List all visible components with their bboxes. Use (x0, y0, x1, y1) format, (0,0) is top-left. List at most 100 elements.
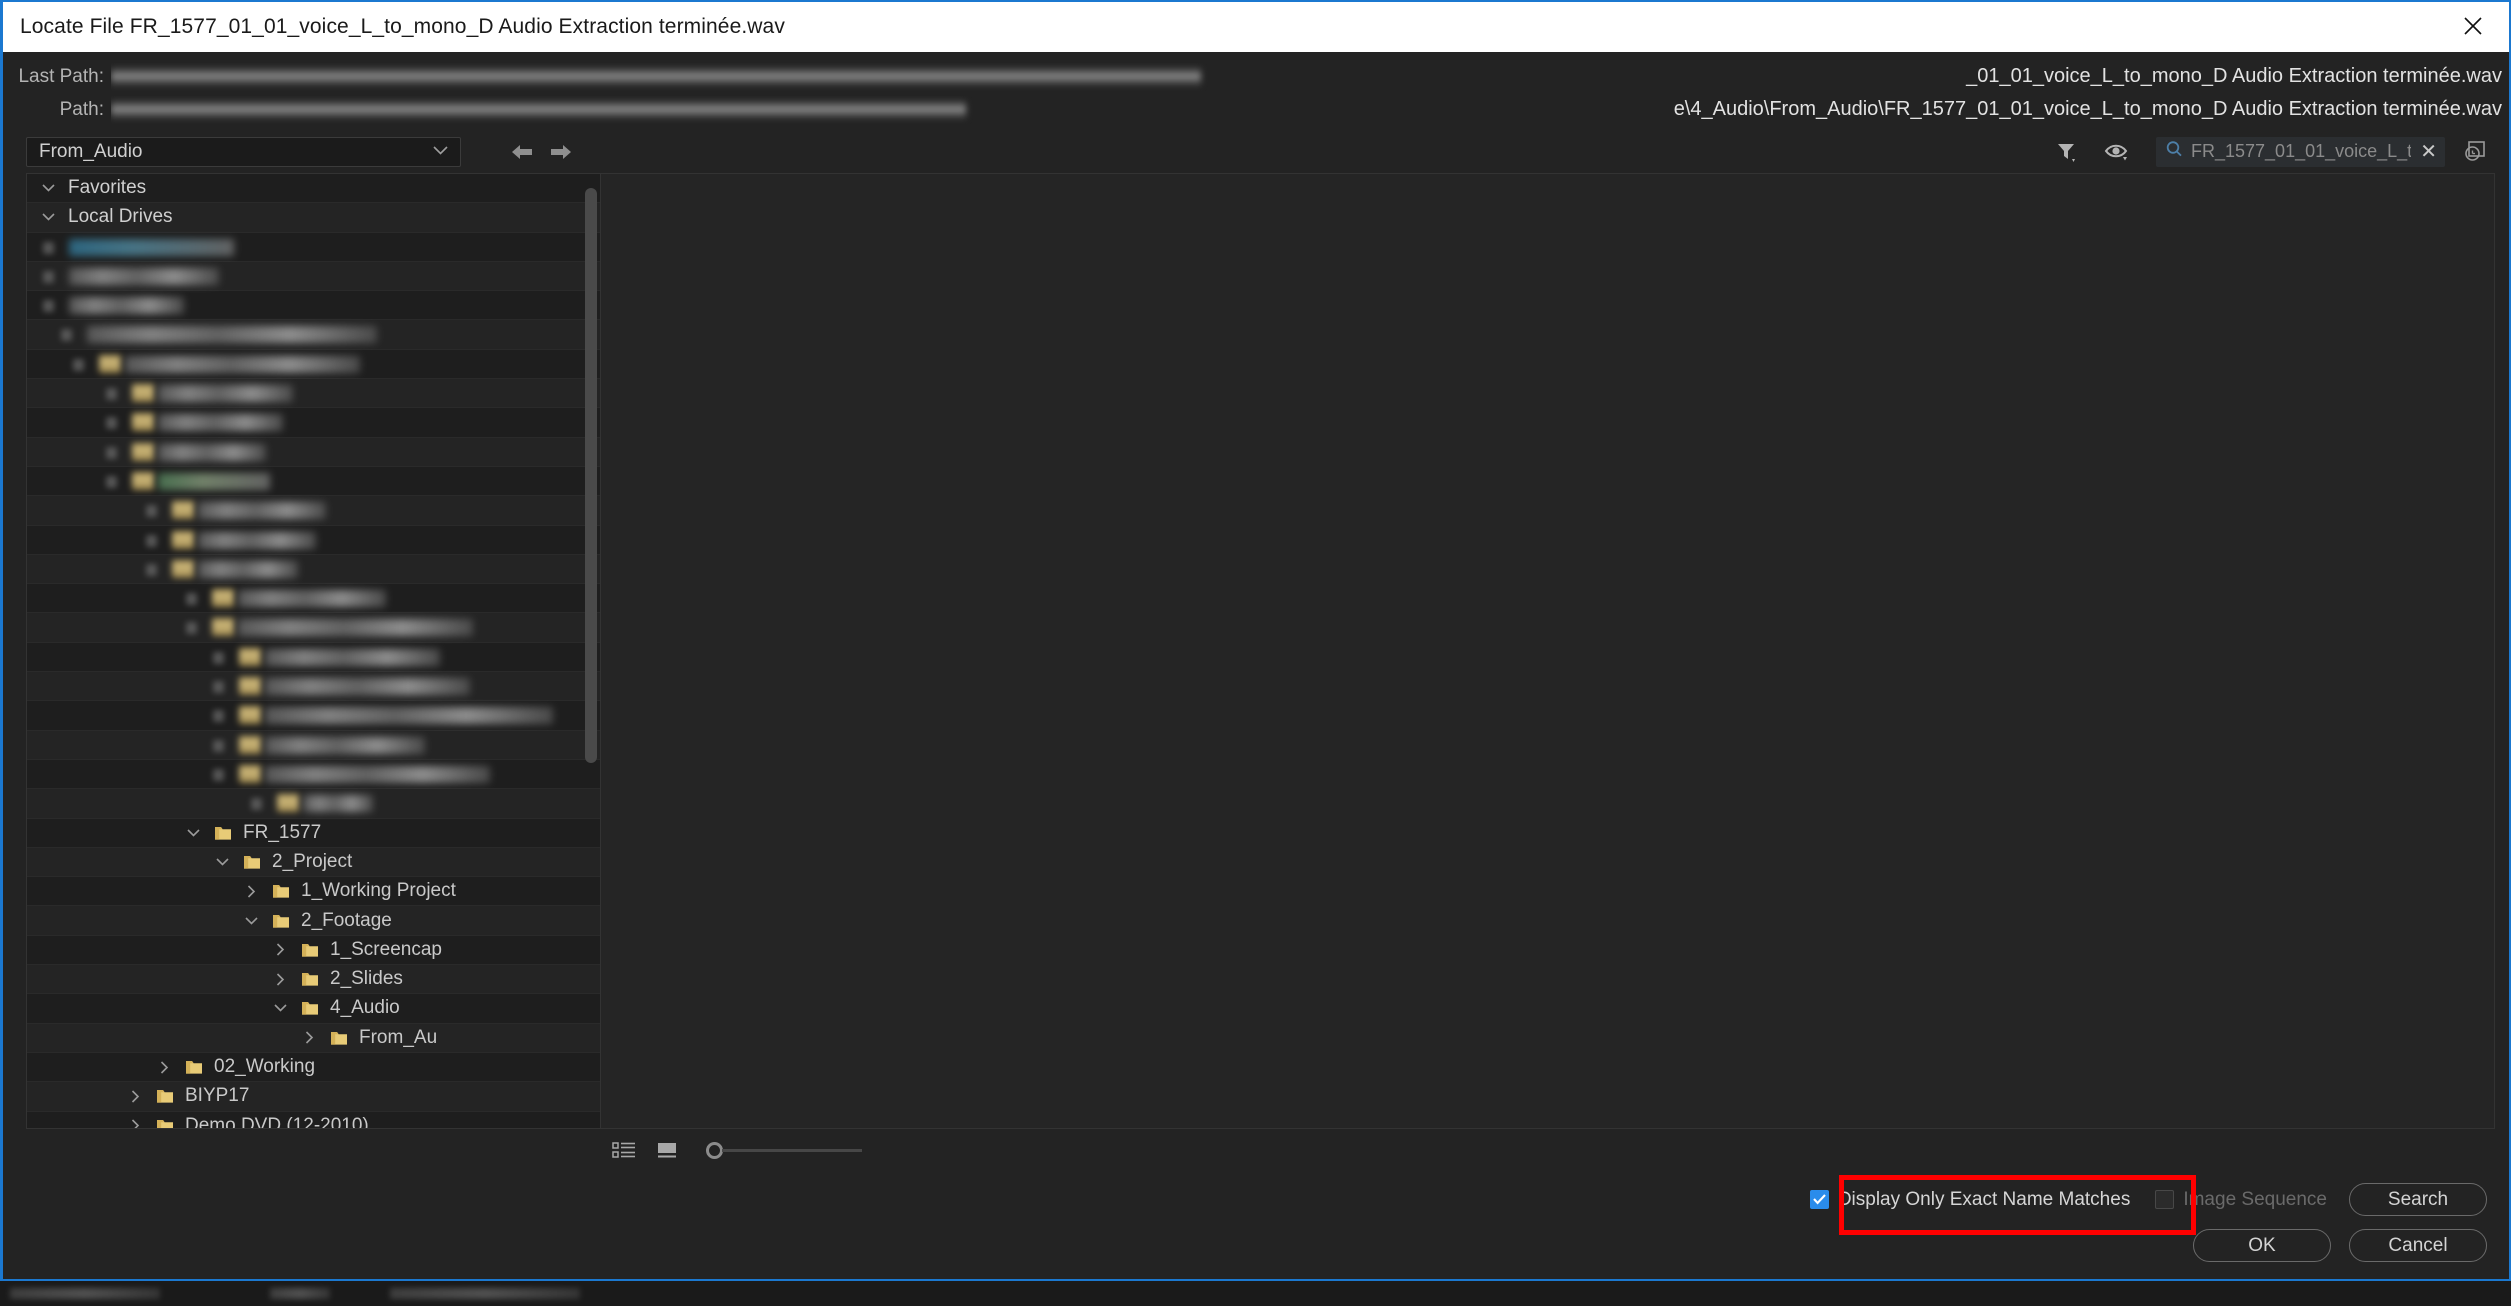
tree-row-redacted[interactable] (27, 320, 600, 350)
tree-row-redacted[interactable] (27, 643, 600, 673)
tree-item-fr-1577[interactable]: FR_1577 (27, 819, 600, 848)
tree-item-2-slides[interactable]: 2_Slides (27, 965, 600, 995)
chevron-right-icon[interactable] (269, 972, 291, 987)
folder-tree-list: Favorites Local Drives FR_1577 2_Project 1_W… (27, 174, 600, 1128)
tree-row-redacted[interactable] (27, 789, 600, 819)
redacted-folder-name (69, 267, 219, 285)
close-icon[interactable]: ✕ (2418, 142, 2439, 162)
chevron-down-icon[interactable] (37, 183, 59, 193)
list-view-icon[interactable] (608, 1137, 640, 1163)
search-button[interactable]: Search (2349, 1183, 2487, 1216)
tree-item-2-project[interactable]: 2_Project (27, 847, 600, 878)
exact-name-matches-checkbox[interactable]: Display Only Exact Name Matches (1809, 1188, 2131, 1211)
chevron-down-icon[interactable] (37, 212, 59, 222)
tree-row-redacted[interactable] (27, 584, 600, 614)
tree-item-2-footage[interactable]: 2_Footage (27, 906, 600, 936)
tree-row-redacted[interactable] (27, 261, 600, 292)
tree-row-redacted[interactable] (27, 467, 600, 497)
recent-items-icon[interactable] (2459, 136, 2495, 168)
close-icon[interactable] (2436, 2, 2509, 50)
chevron-down-icon[interactable] (211, 857, 233, 867)
chevron-right-icon[interactable] (124, 1089, 146, 1104)
tree-row-redacted[interactable] (27, 437, 600, 467)
slider-track[interactable] (722, 1148, 862, 1152)
tree-row-redacted[interactable] (27, 554, 600, 585)
redacted-folder-name (158, 414, 283, 432)
chevron-down-icon[interactable] (269, 1003, 291, 1013)
redacted-twisty (213, 681, 224, 694)
redacted-folder-name (238, 619, 473, 637)
folder-icon (154, 1118, 176, 1128)
redacted-path-segment (111, 99, 966, 120)
folder-icon (299, 1000, 321, 1016)
desktop-background: Locate File FR_1577_01_01_voice_L_to_mon… (0, 0, 2511, 1306)
tree-row-redacted[interactable] (27, 350, 600, 380)
tree-item-from-au[interactable]: From_Au (27, 1023, 600, 1053)
checkbox-unchecked-icon (2155, 1190, 2175, 1209)
dialog-title: Locate File FR_1577_01_01_voice_L_to_mon… (20, 15, 785, 38)
redacted-folder-icon (277, 794, 299, 813)
arrow-right-icon[interactable] (548, 140, 574, 164)
tree-item-demo-dvd-12-2010[interactable]: Demo DVD (12-2010) (27, 1112, 600, 1128)
last-path-label: Last Path: (18, 65, 104, 87)
checkbox-checked-icon[interactable] (1809, 1190, 1829, 1209)
dialog-footer: Display Only Exact Name Matches Image Se… (3, 1171, 2509, 1279)
chevron-right-icon[interactable] (240, 884, 262, 899)
tree-item-local-drives[interactable]: Local Drives (27, 203, 600, 233)
tree-row-redacted[interactable] (27, 408, 600, 438)
redacted-twisty (186, 593, 197, 606)
tree-item-4-audio[interactable]: 4_Audio (27, 994, 600, 1024)
redacted-taskbar-item (10, 1288, 160, 1299)
tree-item-biyp17[interactable]: BIYP17 (27, 1082, 600, 1112)
redacted-folder-name (303, 795, 373, 813)
eye-icon[interactable] (2100, 137, 2134, 167)
ok-button[interactable]: OK (2193, 1229, 2331, 1262)
redacted-twisty (146, 563, 157, 576)
tree-row-redacted[interactable] (27, 760, 600, 790)
folder-tree-panel[interactable]: Favorites Local Drives FR_1577 2_Project 1_W… (26, 173, 600, 1129)
file-browser-panel[interactable] (600, 173, 2495, 1129)
path-label: Path: (59, 98, 104, 120)
tree-row-redacted[interactable] (27, 291, 600, 321)
redacted-twisty (213, 768, 224, 781)
tree-item-label: 1_Screencap (330, 938, 442, 960)
chevron-right-icon[interactable] (153, 1060, 175, 1075)
exact-name-matches-label: Display Only Exact Name Matches (1837, 1188, 2131, 1210)
tree-row-redacted[interactable] (27, 613, 600, 643)
tree-item-1-working-project[interactable]: 1_Working Project (27, 877, 600, 907)
redacted-folder-icon (239, 706, 261, 725)
chevron-down-icon[interactable] (240, 916, 262, 926)
tree-row-redacted[interactable] (27, 496, 600, 526)
thumbnail-size-slider[interactable] (706, 1141, 862, 1159)
chevron-right-icon[interactable] (124, 1118, 146, 1128)
redacted-folder-name (69, 238, 234, 256)
tree-item-label: From_Au (359, 1026, 438, 1048)
folder-icon (270, 883, 292, 899)
folder-icon (328, 1030, 350, 1046)
tree-item-1-screencap[interactable]: 1_Screencap (27, 936, 600, 966)
search-input[interactable]: FR_1577_01_01_voice_L_to_mo ✕ (2156, 136, 2445, 167)
tree-row-redacted[interactable] (27, 526, 600, 555)
tree-scrollbar[interactable] (585, 174, 597, 1128)
tree-row-redacted[interactable] (27, 701, 600, 731)
redacted-twisty (43, 300, 54, 313)
arrow-left-icon[interactable] (509, 140, 535, 164)
thumbnail-view-icon[interactable] (652, 1137, 684, 1163)
slider-handle[interactable] (706, 1141, 723, 1159)
chevron-down-icon[interactable] (182, 828, 204, 838)
tree-row-redacted[interactable] (27, 730, 600, 760)
directory-dropdown[interactable]: From_Audio (26, 136, 461, 167)
redacted-folder-icon (212, 589, 234, 608)
tree-scrollbar-thumb[interactable] (585, 188, 597, 763)
filter-funnel-icon[interactable] (2050, 137, 2084, 167)
tree-row-redacted[interactable] (27, 233, 600, 262)
path-value: e\4_Audio\From_Audio\FR_1577_01_01_voice… (111, 96, 2509, 124)
tree-item-02-working[interactable]: 02_Working (27, 1053, 600, 1083)
tree-item-favorites[interactable]: Favorites (27, 174, 600, 204)
redacted-twisty (146, 534, 157, 547)
tree-row-redacted[interactable] (27, 672, 600, 702)
tree-row-redacted[interactable] (27, 379, 600, 409)
cancel-button[interactable]: Cancel (2349, 1229, 2487, 1262)
chevron-right-icon[interactable] (298, 1030, 320, 1045)
chevron-right-icon[interactable] (269, 942, 291, 957)
